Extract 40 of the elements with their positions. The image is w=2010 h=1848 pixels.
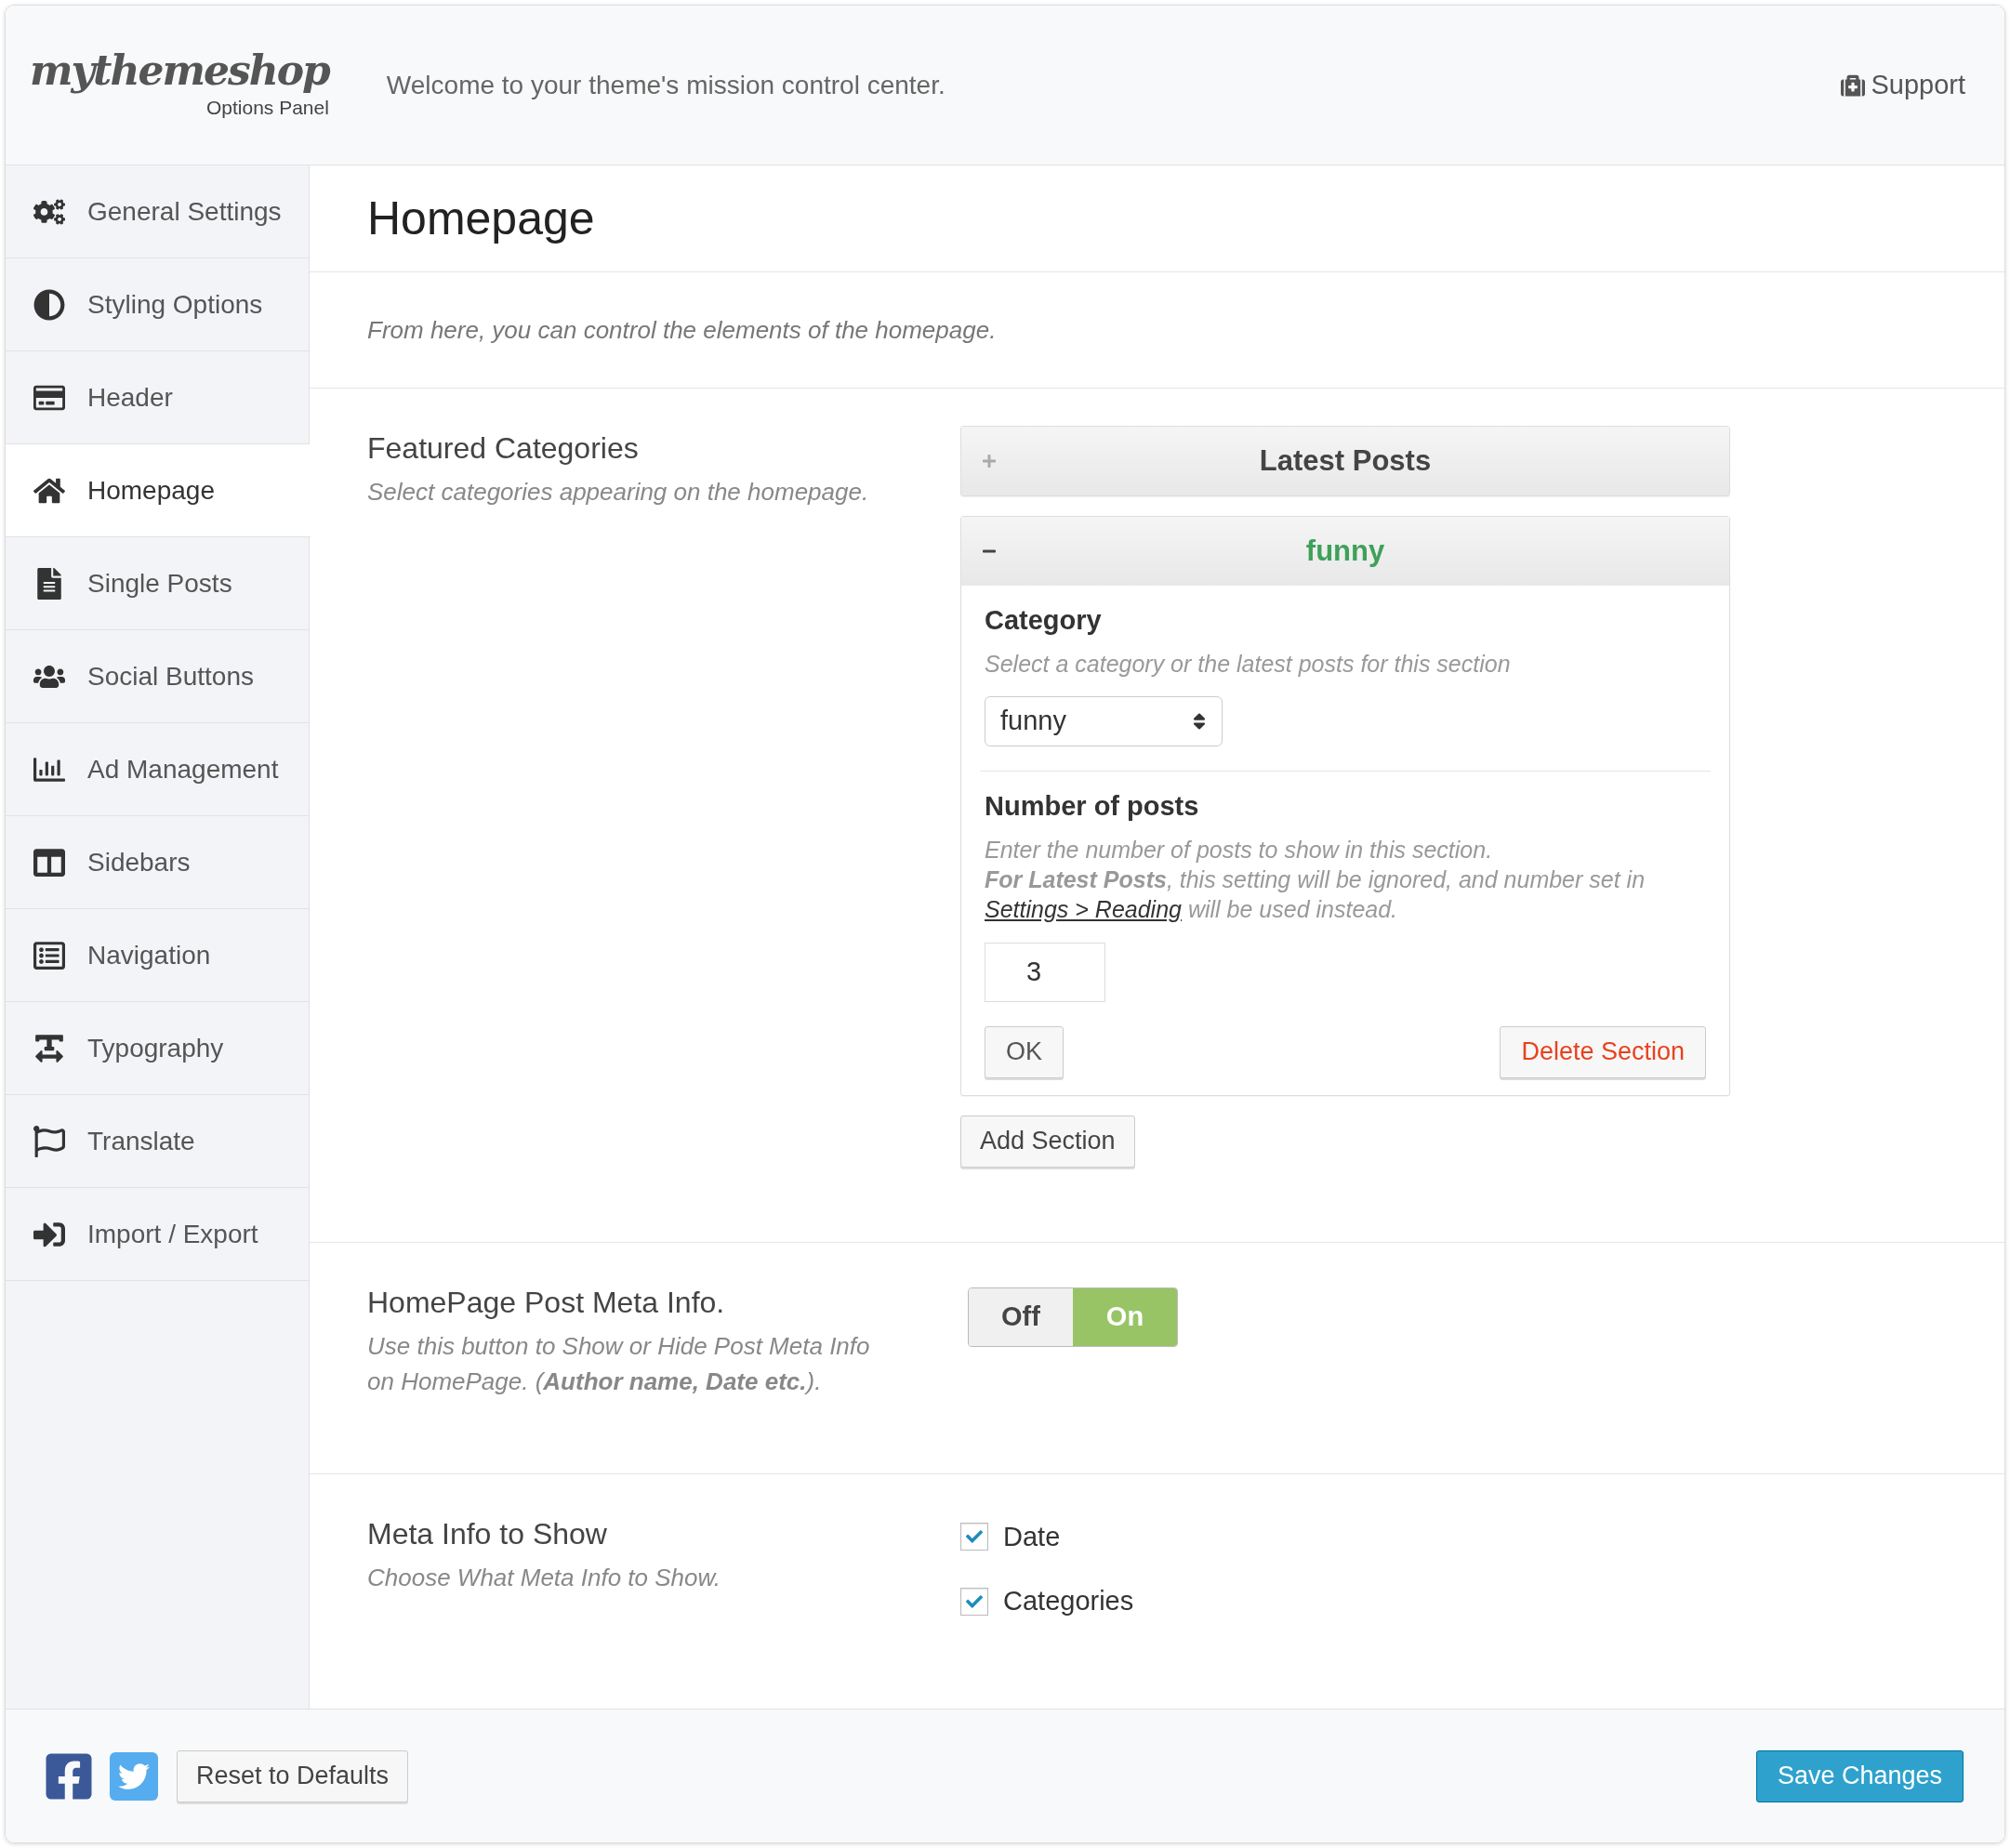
option-label: Featured Categories bbox=[367, 430, 640, 467]
checkbox[interactable] bbox=[960, 1523, 988, 1551]
check-icon bbox=[966, 1592, 983, 1610]
page-title: Homepage bbox=[367, 191, 595, 246]
check-icon bbox=[966, 1528, 983, 1546]
ok-button[interactable]: OK bbox=[985, 1025, 1064, 1078]
delete-section-button[interactable]: Delete Section bbox=[1500, 1025, 1706, 1078]
option-description: Select categories appearing on the homepage. bbox=[367, 477, 870, 508]
option-description: Choose What Meta Info to Show. bbox=[367, 1562, 722, 1593]
section-header[interactable]: Latest Posts bbox=[961, 427, 1729, 495]
checkbox-label: Date bbox=[1003, 1520, 1061, 1553]
on-off-toggle[interactable]: Off On bbox=[968, 1287, 1178, 1347]
checkbox[interactable] bbox=[960, 1587, 988, 1616]
columns-icon bbox=[33, 846, 65, 878]
flag-icon bbox=[33, 1125, 65, 1157]
option-label: HomePage Post Meta Info. bbox=[367, 1284, 726, 1321]
sidebar-item[interactable]: Homepage bbox=[6, 444, 311, 537]
field-label: Number of posts bbox=[985, 790, 1200, 823]
logo-subtitle: Options Panel bbox=[205, 95, 329, 120]
sort-arrows-icon bbox=[1192, 711, 1207, 732]
support-link[interactable]: Support bbox=[1841, 64, 1965, 106]
list-icon bbox=[33, 939, 65, 971]
plus-icon bbox=[982, 454, 997, 469]
settings-reading-link[interactable]: Settings > Reading bbox=[985, 895, 1182, 922]
checkbox-label: Categories bbox=[1003, 1585, 1134, 1617]
field-label: Category bbox=[985, 604, 1103, 637]
field-hint: Enter the number of posts to show in this section. For Latest Posts, this setting will be ignored, and number set in Settings > Reading will be used instead. bbox=[985, 835, 1646, 924]
medkit-icon bbox=[1841, 73, 1866, 98]
twitter-icon[interactable] bbox=[110, 1751, 158, 1801]
number-field[interactable]: 3 bbox=[985, 942, 1105, 1002]
category-select[interactable]: funny bbox=[985, 696, 1223, 746]
tagline: Welcome to your theme's mission control center. bbox=[386, 69, 946, 101]
text-width-icon bbox=[33, 1032, 65, 1064]
option-description: Use this button to Show or Hide Post Meta Info on HomePage. (Author name, Date etc.). bbox=[367, 1330, 871, 1397]
reset-button[interactable]: Reset to Defaults bbox=[177, 1749, 409, 1802]
field-hint: Select a category or the latest posts for this section bbox=[985, 649, 1512, 679]
add-section-button[interactable]: Add Section bbox=[960, 1115, 1135, 1168]
page-description: From here, you can control the elements of the homepage. bbox=[367, 314, 997, 346]
option-label: Meta Info to Show bbox=[367, 1515, 608, 1552]
logo: mythemeshop bbox=[30, 47, 329, 93]
